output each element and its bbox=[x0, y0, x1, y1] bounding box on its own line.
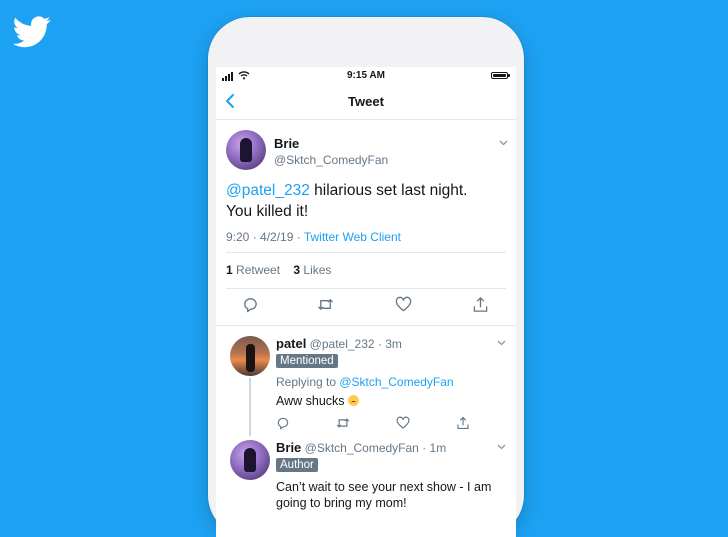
status-badge: Author bbox=[276, 458, 318, 472]
retweet-count[interactable]: 1 bbox=[226, 263, 233, 277]
avatar[interactable] bbox=[230, 440, 270, 480]
reply-header: patel @patel_232 · 3m bbox=[276, 336, 402, 351]
tweet-meta: 9:20 · 4/2/19 · Twitter Web Client bbox=[226, 230, 401, 244]
divider bbox=[226, 288, 506, 289]
share-icon[interactable] bbox=[472, 296, 489, 313]
reply-icon[interactable] bbox=[242, 296, 259, 313]
share-icon[interactable] bbox=[456, 416, 470, 430]
chevron-down-icon[interactable] bbox=[497, 340, 506, 346]
client-link[interactable]: Twitter Web Client bbox=[304, 230, 401, 244]
app-screen: 9:15 AM Tweet Brie @Sktch_ComedyFan @pat… bbox=[216, 67, 516, 537]
author-name[interactable]: Brie bbox=[274, 136, 299, 151]
relieved-face-emoji-icon bbox=[348, 395, 360, 406]
tweet-stats: 1 Retweet 3 Likes bbox=[226, 263, 331, 277]
like-label[interactable]: Likes bbox=[300, 263, 331, 277]
battery-icon bbox=[491, 72, 510, 79]
reply-handle-time[interactable]: @Sktch_ComedyFan · 1m bbox=[301, 441, 447, 455]
page-title: Tweet bbox=[348, 94, 384, 109]
reply-body: Aww shucks bbox=[276, 394, 345, 408]
chevron-down-icon[interactable] bbox=[497, 444, 506, 450]
avatar[interactable] bbox=[230, 336, 270, 376]
chevron-down-icon[interactable] bbox=[499, 140, 508, 146]
reply-item[interactable]: patel @patel_232 · 3m Mentioned Replying… bbox=[216, 326, 516, 436]
status-badge: Mentioned bbox=[276, 354, 338, 368]
nav-bar: Tweet bbox=[216, 85, 516, 120]
tweet-actions bbox=[216, 296, 516, 318]
like-icon[interactable] bbox=[396, 416, 410, 430]
reply-actions bbox=[276, 416, 486, 430]
retweet-icon[interactable] bbox=[317, 296, 334, 313]
tweet-text: @patel_232 hilarious set last night. You… bbox=[226, 180, 496, 222]
retweet-icon[interactable] bbox=[336, 416, 350, 430]
status-bar: 9:15 AM bbox=[216, 67, 516, 85]
retweet-label[interactable]: Retweet bbox=[233, 263, 280, 277]
like-icon[interactable] bbox=[395, 296, 412, 313]
reply-author-name[interactable]: Brie bbox=[276, 440, 301, 455]
reply-item[interactable]: Brie @Sktch_ComedyFan · 1m Author Can’t … bbox=[216, 430, 516, 534]
mention-link[interactable]: @patel_232 bbox=[226, 182, 310, 199]
divider bbox=[226, 252, 506, 253]
reply-icon[interactable] bbox=[276, 416, 290, 430]
twitter-logo-icon bbox=[13, 16, 51, 48]
reply-header: Brie @Sktch_ComedyFan · 1m bbox=[276, 440, 446, 455]
replying-to: Replying to @Sktch_ComedyFan bbox=[276, 375, 454, 389]
replying-prefix: Replying to bbox=[276, 375, 340, 389]
status-time: 9:15 AM bbox=[347, 70, 385, 81]
thread-connector bbox=[249, 378, 251, 436]
reply-author-name[interactable]: patel bbox=[276, 336, 306, 351]
reply-text: Can’t wait to see your next show - I am … bbox=[276, 480, 492, 510]
author-handle[interactable]: @Sktch_ComedyFan bbox=[274, 153, 388, 167]
reply-text: Aww shucks bbox=[276, 393, 502, 409]
phone-frame: 9:15 AM Tweet Brie @Sktch_ComedyFan @pat… bbox=[208, 17, 524, 537]
tweet-time: 9:20 · 4/2/19 · bbox=[226, 230, 304, 244]
reply-handle-time[interactable]: @patel_232 · 3m bbox=[306, 337, 402, 351]
mention-link[interactable]: @Sktch_ComedyFan bbox=[339, 375, 453, 389]
avatar[interactable] bbox=[226, 130, 266, 170]
main-tweet: Brie @Sktch_ComedyFan @patel_232 hilario… bbox=[216, 120, 516, 326]
